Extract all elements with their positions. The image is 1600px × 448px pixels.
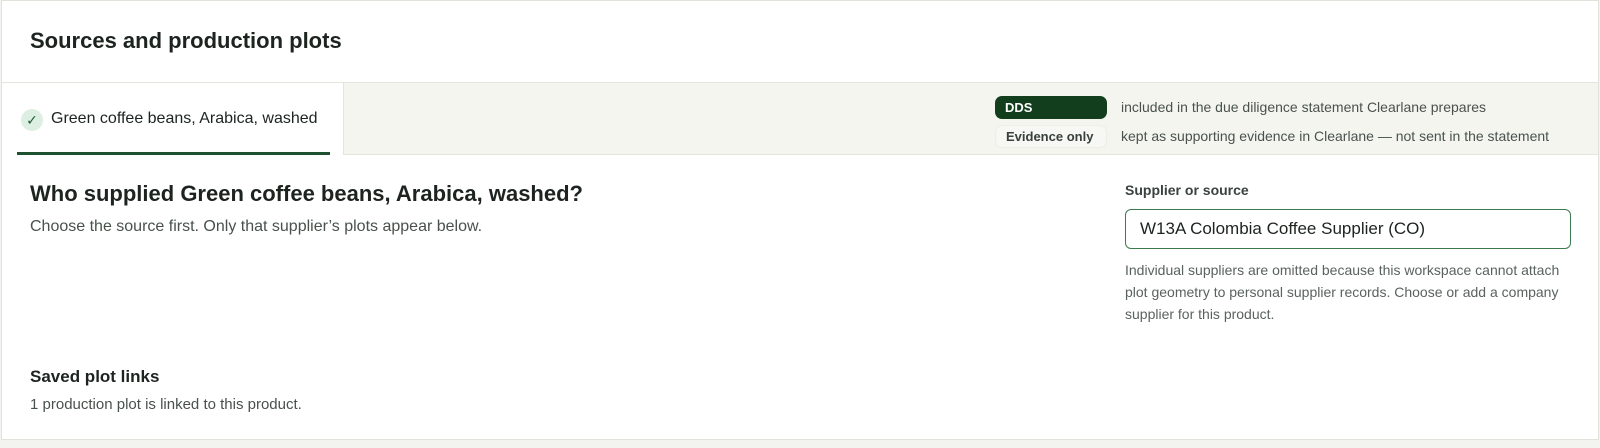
saved-plot-links-summary: 1 production plot is linked to this prod…	[30, 396, 302, 413]
check-icon: ✓	[21, 109, 43, 131]
evidence-description: kept as supporting evidence in Clearlane…	[1121, 128, 1550, 144]
supplier-question-heading: Who supplied Green coffee beans, Arabica…	[30, 181, 583, 206]
tab-green-coffee-beans[interactable]: ✓ Green coffee beans, Arabica, washed	[2, 83, 344, 155]
legend-row-evidence: Evidence only kept as supporting evidenc…	[995, 123, 1549, 149]
dds-description: included in the due diligence statement …	[1121, 99, 1487, 115]
supplier-source-input[interactable]	[1125, 209, 1571, 249]
product-tab-label: Green coffee beans, Arabica, washed	[51, 110, 318, 127]
saved-plot-links-heading: Saved plot links	[30, 367, 160, 386]
sources-card: Sources and production plots ✓ Green cof…	[1, 0, 1599, 440]
evidence-only-badge: Evidence only	[995, 124, 1107, 148]
supplier-field-label: Supplier or source	[1125, 182, 1249, 198]
source-selection-panel: Who supplied Green coffee beans, Arabica…	[2, 155, 1598, 439]
statement-legend: DDS included in the due diligence statem…	[995, 94, 1549, 152]
page-title: Sources and production plots	[30, 27, 342, 53]
product-tab-strip: ✓ Green coffee beans, Arabica, washed DD…	[2, 83, 1598, 155]
card-header: Sources and production plots	[2, 1, 1598, 83]
supplier-help-text: Individual suppliers are omitted because…	[1125, 262, 1560, 322]
dds-badge: DDS	[995, 95, 1107, 119]
supplier-question-hint: Choose the source first. Only that suppl…	[30, 218, 483, 235]
legend-row-dds: DDS included in the due diligence statem…	[995, 94, 1549, 120]
